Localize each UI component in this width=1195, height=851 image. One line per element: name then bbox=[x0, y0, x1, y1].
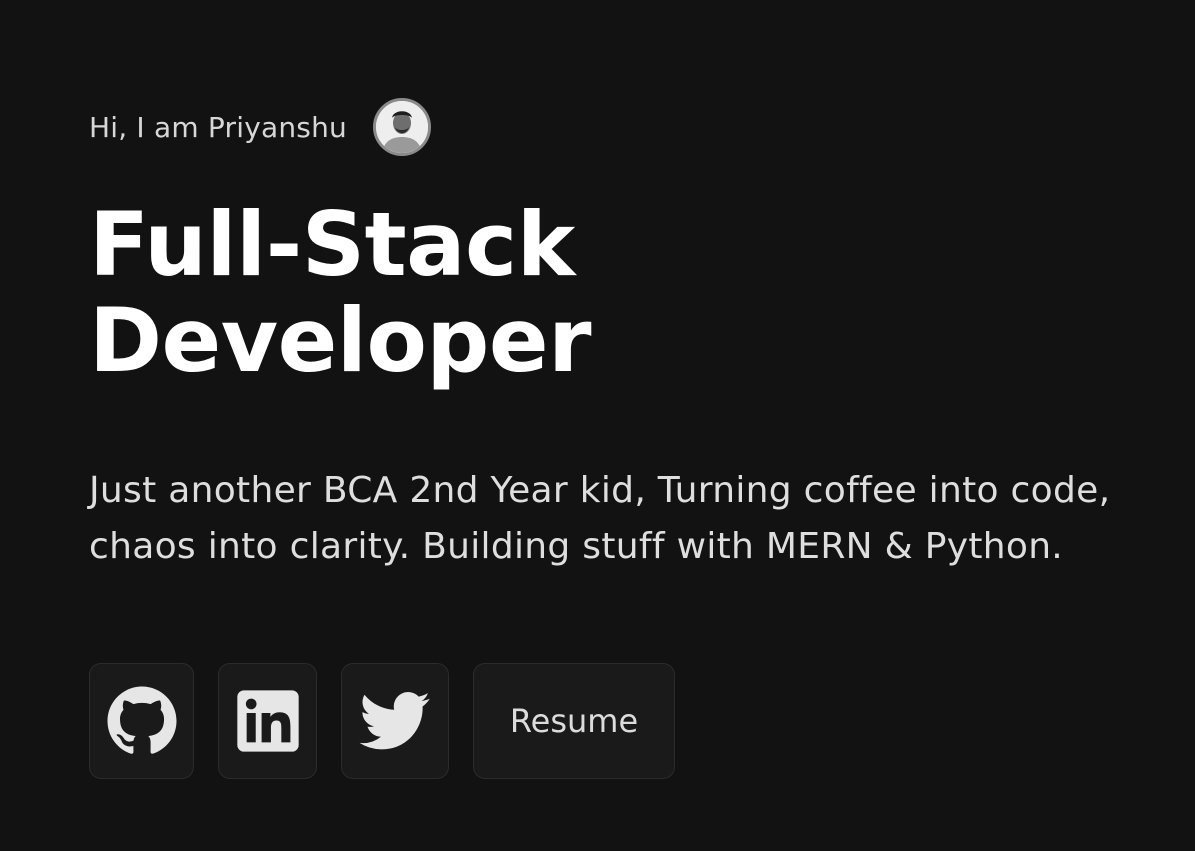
avatar-portrait-icon bbox=[375, 101, 428, 153]
linkedin-icon bbox=[236, 689, 300, 753]
page-title: Full-Stack Developer bbox=[89, 197, 1129, 389]
social-links: Resume bbox=[89, 663, 675, 779]
title-line-2: Developer bbox=[89, 289, 591, 392]
title-line-1: Full-Stack bbox=[89, 193, 575, 296]
greeting-row: Hi, I am Priyanshu bbox=[89, 95, 1129, 159]
greeting-text: Hi, I am Priyanshu bbox=[89, 110, 347, 144]
linkedin-button[interactable] bbox=[218, 663, 317, 779]
bio-text: Just another BCA 2nd Year kid, Turning c… bbox=[89, 470, 1111, 567]
resume-button[interactable]: Resume bbox=[473, 663, 675, 779]
twitter-icon bbox=[359, 685, 431, 757]
github-button[interactable] bbox=[89, 663, 194, 779]
hero-section: Hi, I am Priyanshu Full-Stack Developer … bbox=[89, 95, 1129, 611]
github-icon bbox=[106, 685, 178, 757]
avatar bbox=[372, 98, 431, 156]
twitter-button[interactable] bbox=[341, 663, 449, 779]
